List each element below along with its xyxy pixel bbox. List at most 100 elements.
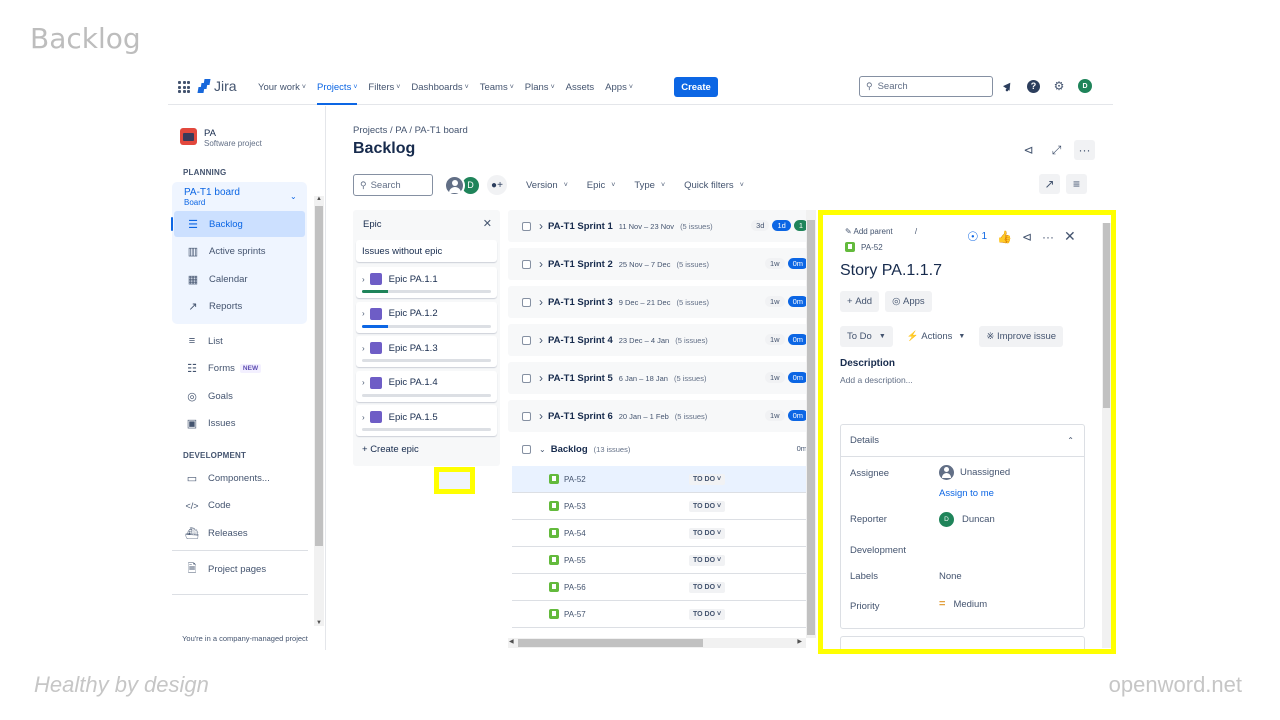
sprint-header[interactable]: › PA-T1 Sprint 2 25 Nov – 7 Dec (5 issues) 1… [508,248,807,280]
sidebar-scroll-thumb[interactable] [315,206,323,546]
close-icon[interactable]: ✕ [483,217,492,230]
chevron-right-icon[interactable]: › [539,219,543,233]
scroll-left-icon[interactable]: ◀ [509,638,514,645]
horizontal-scrollbar[interactable]: ◀ ▶ [508,638,806,648]
backlog-search-input[interactable]: ⚲ Search [353,174,433,196]
notifications-icon[interactable] [1000,78,1016,94]
sprint-scrollbar[interactable] [806,210,816,638]
project-header[interactable]: PA Software project [180,128,262,148]
epic-card[interactable]: › Epic PA.1.3 [356,336,497,367]
chevron-right-icon[interactable]: › [362,344,365,353]
sidebar-item-reports[interactable]: ↗ Reports [174,294,305,320]
scroll-down-icon[interactable]: ▼ [315,620,323,626]
issue-key-link[interactable]: PA-52 [845,242,883,252]
filter-version[interactable]: Version ˅ [526,180,568,191]
sidebar-item-list[interactable]: ≡ List [173,328,306,354]
chevron-down-icon[interactable]: ⌄ [539,445,546,454]
horizontal-scroll-thumb[interactable] [518,639,703,647]
assignee-value[interactable]: Unassigned [939,465,1010,480]
user-avatar[interactable]: D [1078,79,1092,93]
sidebar-item-forms[interactable]: ☷ Forms NEW [173,356,306,382]
epic-card[interactable]: › Epic PA.1.4 [356,370,497,402]
sprint-checkbox[interactable] [522,373,531,383]
issue-row[interactable]: PA-55 TO DO ˅ [512,547,807,574]
sprint-checkbox[interactable] [522,221,531,231]
view-settings-icon[interactable]: ≡ [1066,174,1087,194]
share-icon[interactable]: ⊲ [1018,140,1039,160]
thumbs-up-icon[interactable]: 👍 [997,230,1012,244]
create-button[interactable]: Create [674,77,718,97]
more-icon[interactable]: ··· [1042,230,1054,244]
watch-button[interactable]: ☉ 1 [967,229,987,245]
status-dropdown[interactable]: TO DO ˅ [689,527,726,539]
issue-row[interactable]: PA-57 TO DO ˅ [512,601,807,628]
nav-item-filters[interactable]: Filters ˅ [368,70,400,105]
issue-key[interactable]: PA-53 [564,502,689,511]
chevron-right-icon[interactable]: › [539,371,543,385]
scroll-right-icon[interactable]: ▶ [797,638,802,645]
reporter-value[interactable]: D Duncan [939,512,995,527]
jira-logo[interactable]: Jira [197,78,237,94]
sprint-checkbox[interactable] [522,335,531,345]
issue-key[interactable]: PA-57 [564,610,689,619]
sprint-checkbox[interactable] [522,259,531,269]
add-parent-link[interactable]: ✎ Add parent / [845,227,917,236]
close-icon[interactable]: ✕ [1064,228,1076,245]
issue-row[interactable]: PA-54 TO DO ˅ [512,520,807,547]
sprint-checkbox[interactable] [522,297,531,307]
actions-dropdown[interactable]: ⚡ Actions ▼ [901,326,972,347]
sprint-header[interactable]: › PA-T1 Sprint 5 6 Jan – 18 Jan (5 issues) 1… [508,362,807,394]
chevron-right-icon[interactable]: › [362,378,365,387]
chevron-right-icon[interactable]: › [539,257,543,271]
global-search-input[interactable]: ⚲ Search [859,76,993,97]
sprint-checkbox[interactable] [522,411,531,421]
nav-item-dashboards[interactable]: Dashboards ˅ [411,70,468,105]
sidebar-item-components[interactable]: ▭ Components... [173,465,306,491]
create-epic-button[interactable]: + Create epic [362,444,419,455]
status-dropdown[interactable]: TO DO ˅ [689,581,726,593]
sprint-header[interactable]: › PA-T1 Sprint 6 20 Jan – 1 Feb (5 issues) 1… [508,400,807,432]
insights-icon[interactable]: ↗ [1039,174,1060,194]
priority-value[interactable]: = Medium [939,598,987,610]
chevron-right-icon[interactable]: › [362,413,365,422]
issue-key[interactable]: PA-52 [564,475,689,484]
epic-card[interactable]: › Epic PA.1.1 [356,267,497,298]
settings-icon[interactable]: ⚙ [1051,78,1067,94]
detail-scrollbar[interactable] [1102,223,1111,648]
more-icon[interactable]: ··· [1074,140,1095,160]
filter-type[interactable]: Type ˅ [634,180,665,191]
sidebar-item-project-pages[interactable]: 🗎 Project pages [173,556,306,582]
add-button[interactable]: + Add [840,291,880,312]
details-header[interactable]: Details ⌃ [841,425,1084,457]
issue-row[interactable]: PA-53 TO DO ˅ [512,493,807,520]
chevron-right-icon[interactable]: › [362,275,365,284]
sprint-header[interactable]: › PA-T1 Sprint 4 23 Dec – 4 Jan (5 issues) 1… [508,324,807,356]
fullscreen-icon[interactable]: ⤢ [1046,140,1067,160]
backlog-checkbox[interactable] [522,444,531,454]
sidebar-item-releases[interactable]: ⛴ Releases [173,520,306,546]
nav-item-your-work[interactable]: Your work ˅ [258,70,306,105]
improve-issue-button[interactable]: ※ Improve issue [979,326,1064,347]
status-dropdown[interactable]: To Do ▼ [840,326,893,347]
sidebar-item-backlog[interactable]: ☰ Backlog [171,211,305,237]
nav-item-plans[interactable]: Plans ˅ [525,70,555,105]
apps-button[interactable]: ◎ Apps [885,291,932,312]
nav-item-assets[interactable]: Assets [566,70,595,105]
chevron-right-icon[interactable]: › [539,409,543,423]
sprint-scroll-thumb[interactable] [807,220,815,635]
issue-row[interactable]: PA-52 TO DO ˅ [512,466,807,493]
detail-scroll-thumb[interactable] [1103,223,1110,408]
nav-item-projects[interactable]: Projects ˅ [317,70,358,105]
status-dropdown[interactable]: TO DO ˅ [689,500,726,512]
board-selector[interactable]: PA-T1 board Board [184,187,240,207]
help-icon[interactable]: ? [1027,79,1040,93]
add-people-icon[interactable]: ●+ [487,175,507,195]
share-icon[interactable]: ⊲ [1022,230,1032,244]
epic-card[interactable]: › Epic PA.1.2 [356,301,497,333]
issue-title[interactable]: Story PA.1.1.7 [840,262,942,280]
status-dropdown[interactable]: TO DO ˅ [689,554,726,566]
filter-quick-filters[interactable]: Quick filters ˅ [684,180,744,191]
sidebar-item-code[interactable]: </> Code [173,493,306,519]
sidebar-scrollbar[interactable]: ▲ ▼ [314,196,324,626]
filter-epic[interactable]: Epic ˅ [587,180,616,191]
